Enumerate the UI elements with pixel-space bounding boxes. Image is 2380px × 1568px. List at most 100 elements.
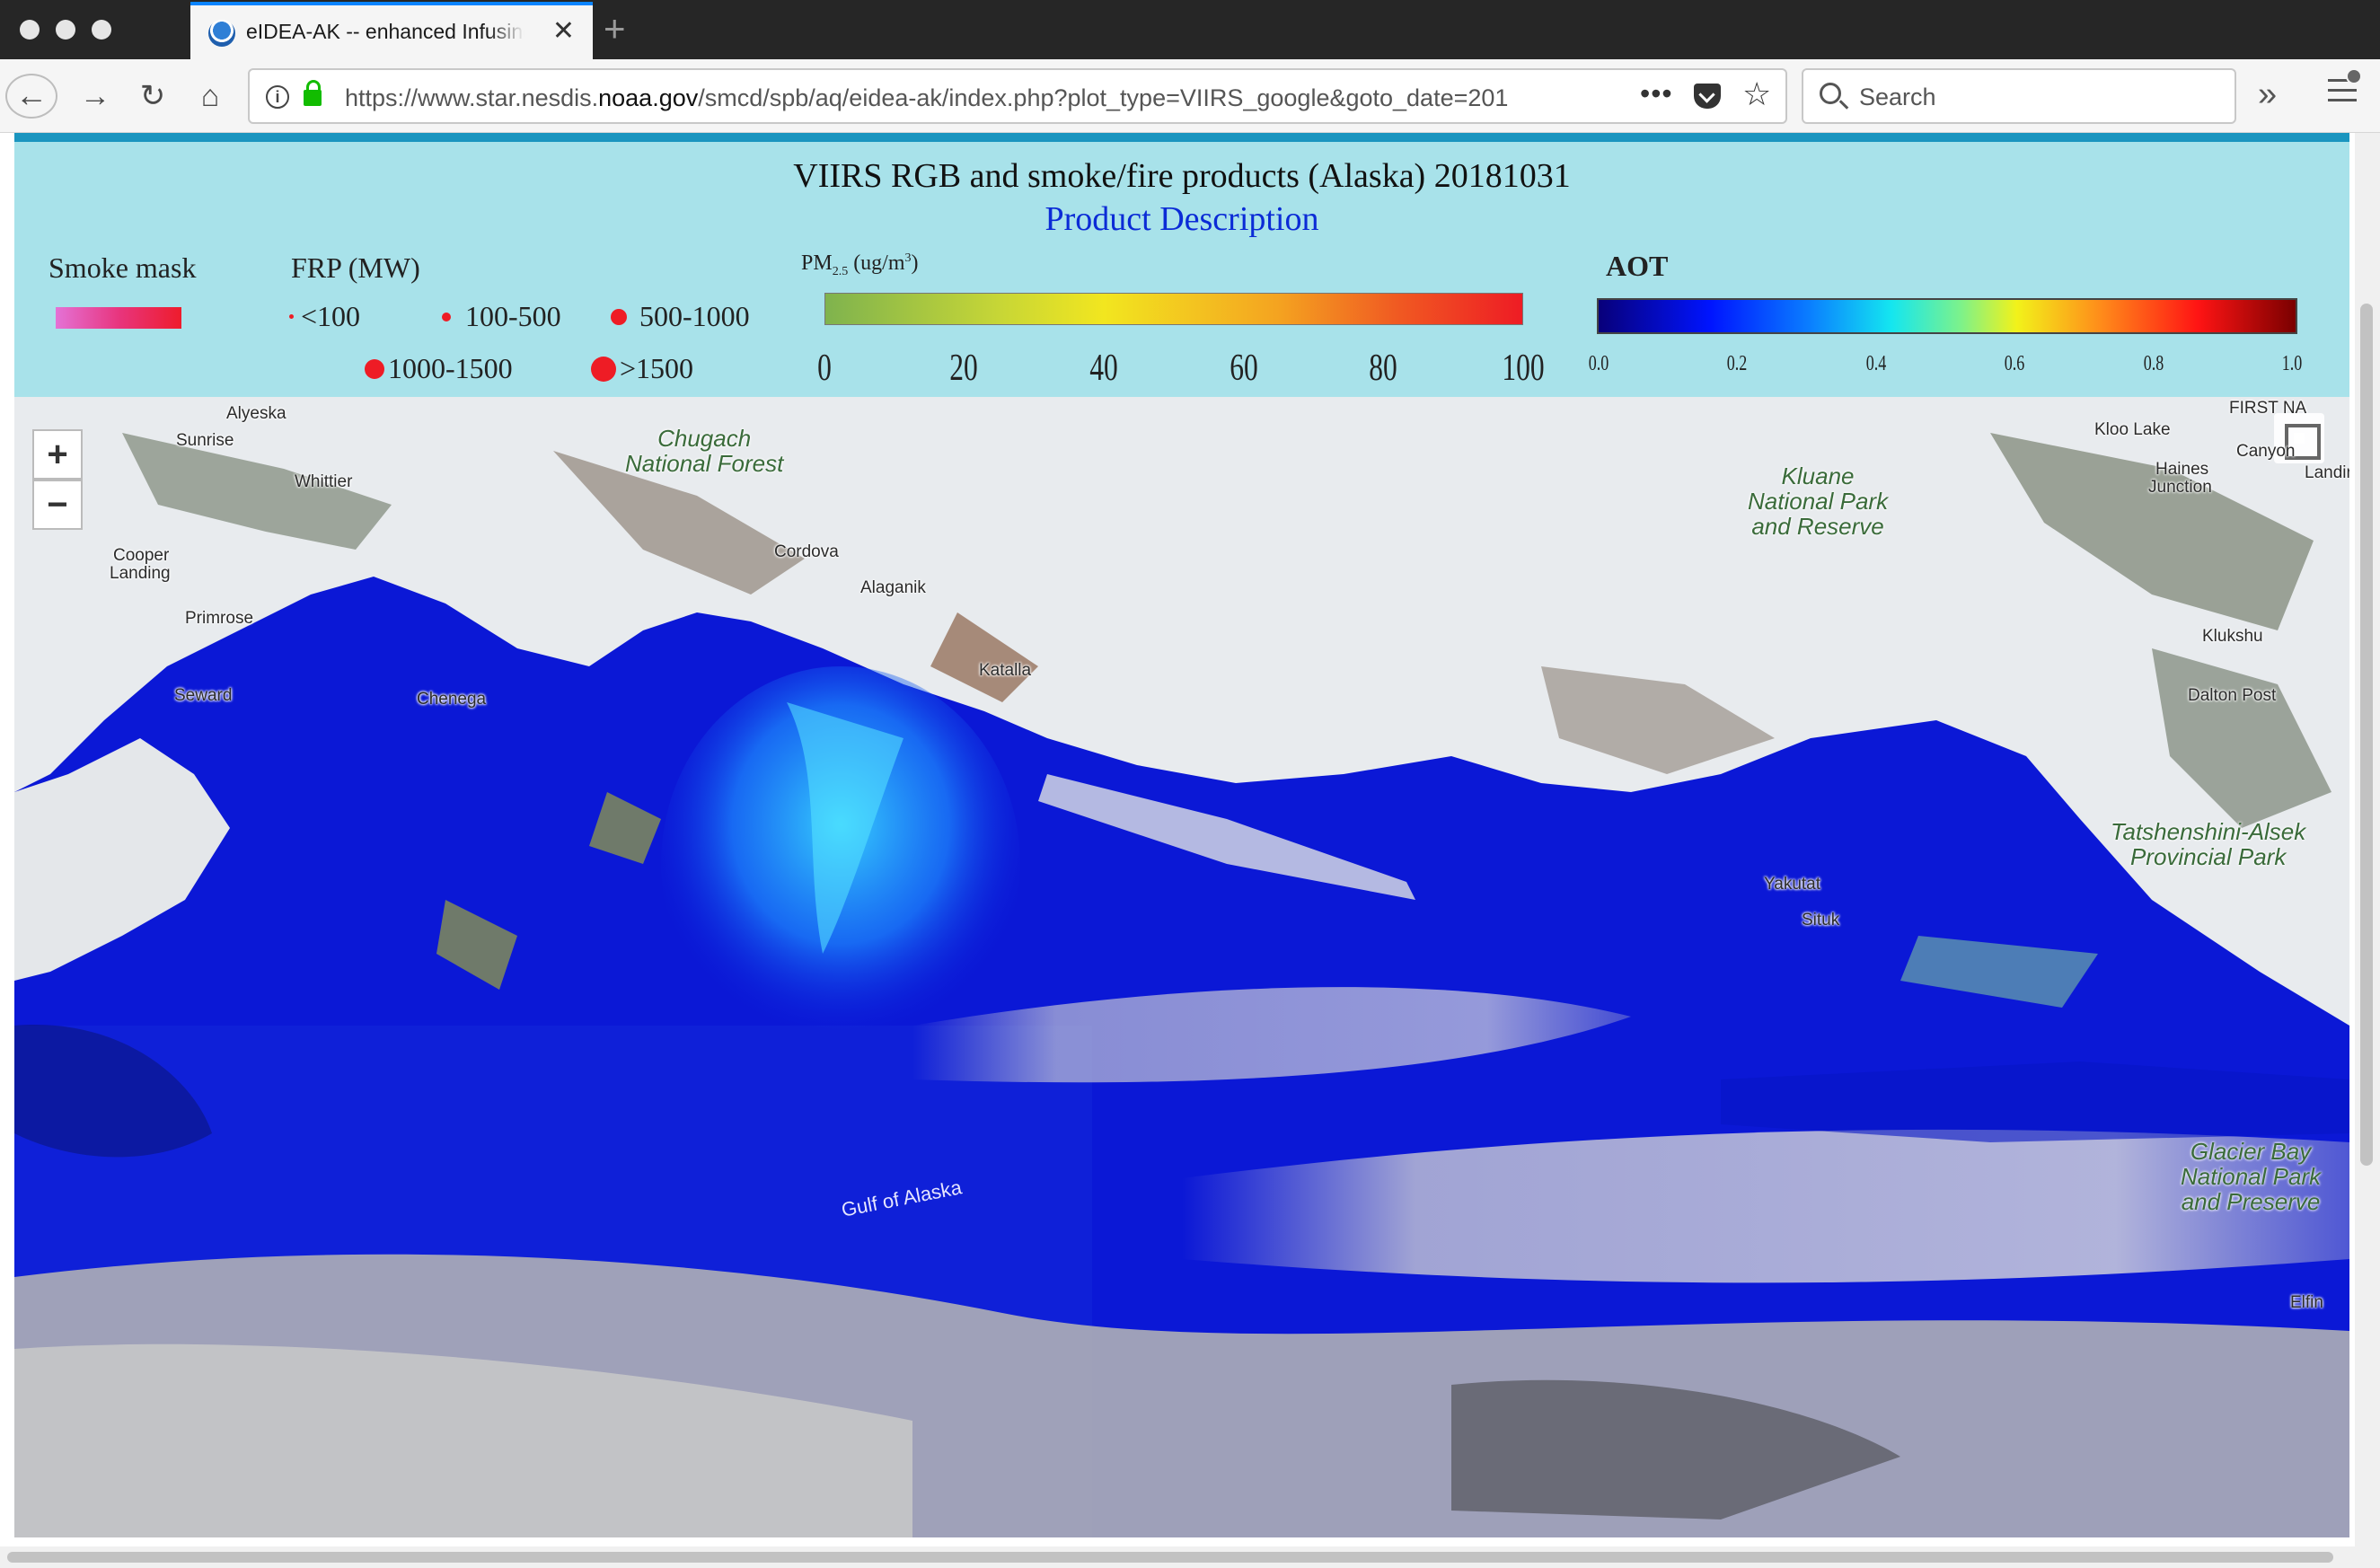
- place-label: Primrose: [185, 609, 254, 628]
- tab-close-icon[interactable]: ✕: [552, 16, 575, 47]
- place-label: Junction: [2148, 478, 2212, 497]
- minimize-window-button[interactable]: [56, 20, 75, 40]
- fire-dot-icon: [442, 312, 451, 322]
- park-label: Chugach National Forest: [625, 426, 783, 476]
- url-prefix: https://www.star.nesdis.: [345, 84, 599, 111]
- pm25-title-sub: 2.5: [832, 264, 849, 278]
- url-bar[interactable]: i https://www.star.nesdis.noaa.gov/smcd/…: [248, 68, 1787, 124]
- place-label: Kloo Lake: [2094, 420, 2171, 439]
- overflow-icon[interactable]: »: [2258, 75, 2277, 114]
- aot-tick: 0.0: [1588, 352, 1609, 375]
- place-label: Situk: [1802, 911, 1840, 929]
- smoke-mask-swatch: [56, 307, 181, 329]
- info-icon[interactable]: i: [266, 85, 289, 109]
- park-label-line: and Preserve: [2181, 1188, 2321, 1215]
- park-label-line: Tatshenshini-Alsek: [2111, 818, 2306, 845]
- page-content: VIIRS RGB and smoke/fire products (Alask…: [0, 133, 2380, 1546]
- url-text[interactable]: https://www.star.nesdis.noaa.gov/smcd/sp…: [345, 84, 1584, 112]
- place-label: Landing: [2305, 463, 2349, 482]
- new-tab-button[interactable]: +: [604, 7, 626, 50]
- search-bar[interactable]: Search: [1802, 68, 2236, 124]
- pm25-title-prefix: PM: [801, 251, 833, 275]
- place-label: Landing: [110, 564, 171, 583]
- reload-icon[interactable]: ↻: [133, 74, 172, 119]
- home-icon[interactable]: ⌂: [190, 74, 230, 119]
- star-icon[interactable]: ☆: [1742, 75, 1771, 113]
- back-arrow-icon[interactable]: ←: [5, 74, 57, 119]
- navigation-toolbar: ← → ↻ ⌂ i https://www.star.nesdis.noaa.g…: [0, 59, 2380, 133]
- place-label: Yakutat: [1764, 875, 1821, 894]
- aot-tick: 0.6: [2004, 352, 2025, 375]
- more-icon[interactable]: •••: [1640, 77, 1673, 110]
- smoke-mask-label: Smoke mask: [48, 251, 197, 284]
- park-label-line: Chugach: [657, 425, 752, 452]
- search-placeholder: Search: [1859, 84, 1936, 110]
- park-label: Kluane National Park and Reserve: [1748, 463, 1888, 539]
- pm25-tick: 80: [1369, 348, 1397, 389]
- tab-strip: eIDEA-AK -- enhanced Infusing ✕ +: [0, 0, 2380, 59]
- park-label: Glacier Bay National Park and Preserve: [2181, 1139, 2321, 1214]
- aot-title: AOT: [1606, 250, 1669, 282]
- place-label: Alyeska: [226, 404, 286, 423]
- place-label: Cordova: [774, 542, 839, 561]
- frp-label: 1000-1500: [388, 352, 513, 384]
- noaa-favicon-icon: [208, 20, 235, 47]
- place-label: Canyon: [2236, 442, 2296, 461]
- update-badge-icon: [2346, 68, 2362, 84]
- zoom-out-button[interactable]: −: [32, 480, 83, 530]
- place-label: Seward: [174, 686, 233, 705]
- product-description-link[interactable]: Product Description: [14, 199, 2349, 239]
- pocket-icon[interactable]: [1694, 84, 1721, 109]
- pm25-tick: 20: [949, 348, 978, 389]
- frp-item: 100-500: [442, 300, 561, 333]
- search-icon: [1820, 83, 1841, 104]
- pm25-tick: 60: [1230, 348, 1258, 389]
- frp-label: >1500: [620, 352, 694, 384]
- url-suffix: /smcd/spb/aq/eidea-ak/index.php?plot_typ…: [698, 84, 1509, 111]
- park-label-line: National Park: [2181, 1163, 2322, 1190]
- place-label: Elfin: [2290, 1293, 2323, 1312]
- frp-item: >1500: [591, 352, 693, 385]
- horizontal-scroll-thumb[interactable]: [7, 1552, 2333, 1563]
- forward-arrow-icon[interactable]: →: [75, 74, 115, 119]
- zoom-in-button[interactable]: +: [32, 429, 83, 480]
- pm25-tick: 100: [1502, 348, 1545, 389]
- fire-dot-icon: [611, 308, 627, 325]
- place-label: Chenega: [417, 690, 487, 709]
- lock-icon: [304, 80, 322, 106]
- aot-tick: 0.4: [1865, 352, 1887, 375]
- park-label-line: Kluane: [1781, 462, 1855, 489]
- park-label-line: National Park: [1748, 488, 1889, 515]
- horizontal-scrollbar[interactable]: [0, 1546, 2380, 1568]
- pm25-title-unit: (ug/m: [848, 251, 905, 275]
- frp-title: FRP (MW): [291, 251, 420, 284]
- fire-dot-icon: [365, 358, 384, 379]
- place-label: FIRST NA: [2229, 399, 2307, 418]
- pm25-title-close: ): [911, 251, 919, 275]
- place-label: Alaganik: [860, 578, 926, 597]
- park-label-line: Provincial Park: [2129, 843, 2287, 870]
- place-label: Sunrise: [176, 431, 234, 450]
- aot-tick: 0.8: [2143, 352, 2164, 375]
- frp-item: 1000-1500: [365, 352, 513, 385]
- frp-item: <100: [289, 300, 360, 333]
- park-label-line: Glacier Bay: [2190, 1138, 2312, 1165]
- pm25-tick: 40: [1089, 348, 1118, 389]
- active-tab[interactable]: eIDEA-AK -- enhanced Infusing ✕: [190, 2, 593, 59]
- vertical-scrollbar[interactable]: [2355, 133, 2380, 1546]
- park-label-line: and Reserve: [1751, 513, 1884, 540]
- place-label: Katalla: [979, 661, 1032, 680]
- satellite-map[interactable]: + − Alyeska Sunrise Whittier Cooper Land…: [14, 397, 2349, 1537]
- pm25-title: PM2.5 (ug/m3): [801, 251, 919, 279]
- park-label: Tatshenshini-Alsek Provincial Park: [2111, 819, 2305, 869]
- place-label: Whittier: [295, 472, 353, 491]
- pm25-title-sup: 3: [904, 251, 912, 265]
- url-domain: noaa.gov: [598, 84, 699, 111]
- vertical-scroll-thumb[interactable]: [2360, 304, 2373, 1166]
- page-title: VIIRS RGB and smoke/fire products (Alask…: [793, 157, 1571, 195]
- frp-label: <100: [301, 300, 361, 332]
- legend-header: VIIRS RGB and smoke/fire products (Alask…: [14, 142, 2349, 397]
- frp-label: 500-1000: [639, 300, 750, 332]
- close-window-button[interactable]: [20, 20, 40, 40]
- maximize-window-button[interactable]: [92, 20, 111, 40]
